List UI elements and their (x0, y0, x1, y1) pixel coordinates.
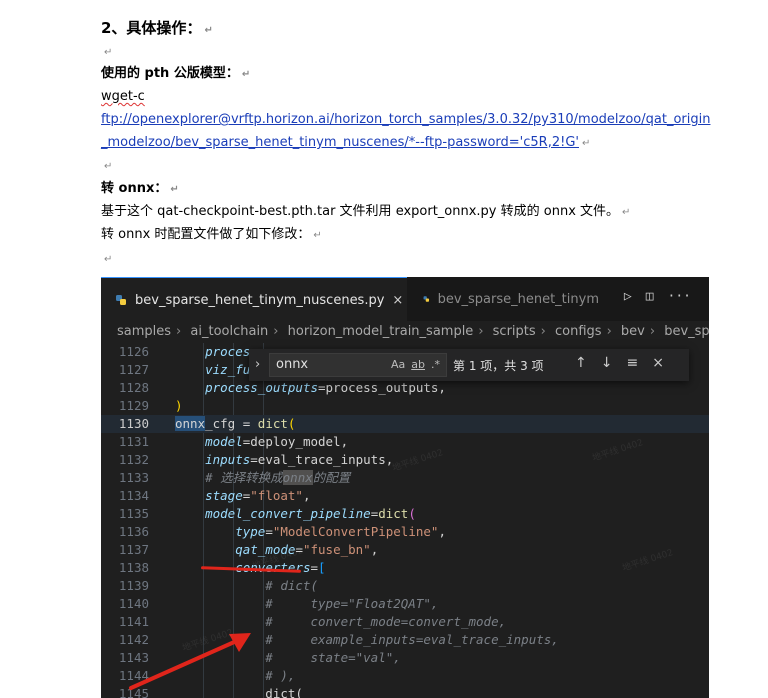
breadcrumb-item[interactable]: bev_spa (664, 324, 709, 339)
selection-filter-icon[interactable]: ≡ (626, 355, 638, 371)
more-icon[interactable]: ··· (668, 289, 691, 304)
tab-bev-sparse-config[interactable]: bev_sparse_henet_tinym_nuscenes.py × (101, 277, 407, 322)
empty-paragraph: ↵ (104, 47, 113, 58)
section-heading: 2、具体操作： ↵ (101, 19, 213, 37)
split-editor-icon[interactable]: ◫ (646, 289, 654, 304)
whole-word-toggle[interactable]: ab (411, 358, 425, 371)
breadcrumb-item[interactable]: bev (621, 324, 645, 339)
breadcrumb-item[interactable]: horizon_model_train_sample (288, 324, 474, 339)
close-icon[interactable]: × (392, 293, 403, 308)
breadcrumb-item[interactable]: samples (117, 324, 171, 339)
regex-toggle[interactable]: .* (431, 358, 440, 371)
arrow-down-icon[interactable]: ↓ (601, 355, 613, 371)
search-options: Aa ab .* (391, 358, 440, 371)
run-icon[interactable]: ▷ (624, 289, 632, 304)
arrow-up-icon[interactable]: ↑ (575, 355, 587, 371)
empty-paragraph: ↵ (104, 161, 113, 172)
close-icon[interactable]: × (652, 355, 664, 371)
match-count: 第 1 项，共 3 项 (453, 359, 544, 373)
tab-label: bev_sparse_henet_tinym (437, 291, 599, 307)
chevron-right-icon[interactable]: › (255, 357, 260, 372)
breadcrumb-item[interactable]: scripts (493, 324, 536, 339)
python-file-icon (116, 295, 126, 305)
editor-actions: ▷ ◫ ··· (624, 289, 691, 304)
find-widget: › onnx Aa ab .* 第 1 项，共 3 项 ↑ ↓ ≡ × (249, 349, 689, 381)
download-link-line-1[interactable]: ftp://openexplorer@vrftp.horizon.ai/hori… (101, 112, 710, 128)
search-input[interactable]: onnx Aa ab .* (269, 353, 447, 377)
config-change-paragraph: 转 onnx 时配置文件做了如下修改： ↵ (101, 227, 322, 242)
breadcrumb-item[interactable]: ai_toolchain (190, 324, 268, 339)
breadcrumb-item[interactable]: configs (555, 324, 602, 339)
tab-bev-sparse-secondary[interactable]: bev_sparse_henet_tinym (409, 277, 599, 321)
download-link-line-2[interactable]: _modelzoo/bev_sparse_henet_tinym_nuscene… (101, 135, 590, 152)
code-area[interactable]: 1126 process 1127 viz_fu 1128 process_ou… (101, 343, 709, 698)
description-paragraph: 基于这个 qat-checkpoint-best.pth.tar 文件利用 ex… (101, 204, 631, 219)
search-query: onnx (276, 357, 309, 372)
code-editor-screenshot: bev_sparse_henet_tinym_nuscenes.py × bev… (101, 277, 709, 698)
tab-label: bev_sparse_henet_tinym_nuscenes.py (135, 292, 385, 308)
breadcrumb: samples › ai_toolchain › horizon_model_tra… (101, 321, 709, 343)
empty-paragraph: ↵ (104, 254, 113, 265)
wget-command: wget-c (101, 89, 145, 104)
onnx-label: 转 onnx： ↵ (101, 181, 179, 196)
find-navigation: ↑ ↓ ≡ × (575, 355, 664, 371)
python-file-icon (423, 296, 430, 302)
editor-tab-bar: bev_sparse_henet_tinym_nuscenes.py × bev… (101, 277, 709, 322)
match-case-toggle[interactable]: Aa (391, 358, 405, 371)
pth-model-label: 使用的 pth 公版模型： ↵ (101, 66, 251, 81)
